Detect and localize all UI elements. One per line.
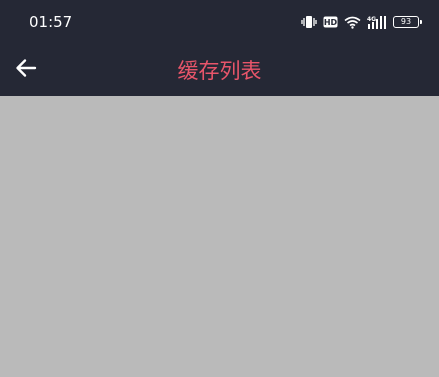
screen: 01:57 HD 4G 93 缓存列表 [0, 0, 439, 377]
cache-list-content [0, 96, 439, 377]
hd-label: HD [324, 18, 338, 27]
app-bar: 缓存列表 [0, 44, 439, 96]
network-label: 4G [367, 16, 376, 23]
top-bar: 01:57 HD 4G 93 缓存列表 [0, 0, 439, 96]
page-title: 缓存列表 [177, 59, 262, 83]
status-bar: 01:57 HD 4G 93 [0, 0, 439, 44]
vibrate-icon [301, 15, 317, 29]
status-time: 01:57 [29, 13, 73, 31]
hd-icon: HD [323, 16, 338, 28]
wifi-icon [344, 16, 361, 29]
battery-icon: 93 [393, 16, 422, 28]
status-icons: HD 4G 93 [301, 12, 422, 32]
signal-4g-icon: 4G [367, 15, 387, 30]
battery-level: 93 [400, 17, 412, 26]
